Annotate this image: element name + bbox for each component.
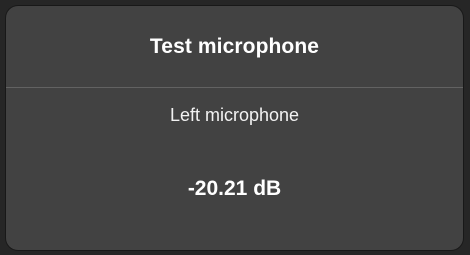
dialog-title: Test microphone <box>149 34 320 58</box>
test-microphone-dialog: Test microphone Left microphone -20.21 d… <box>6 6 463 250</box>
dialog-header: Test microphone <box>6 6 463 88</box>
microphone-level-readout: -20.21 dB <box>187 177 282 200</box>
dialog-body: Left microphone -20.21 dB <box>6 88 463 249</box>
microphone-label: Left microphone <box>169 105 300 125</box>
